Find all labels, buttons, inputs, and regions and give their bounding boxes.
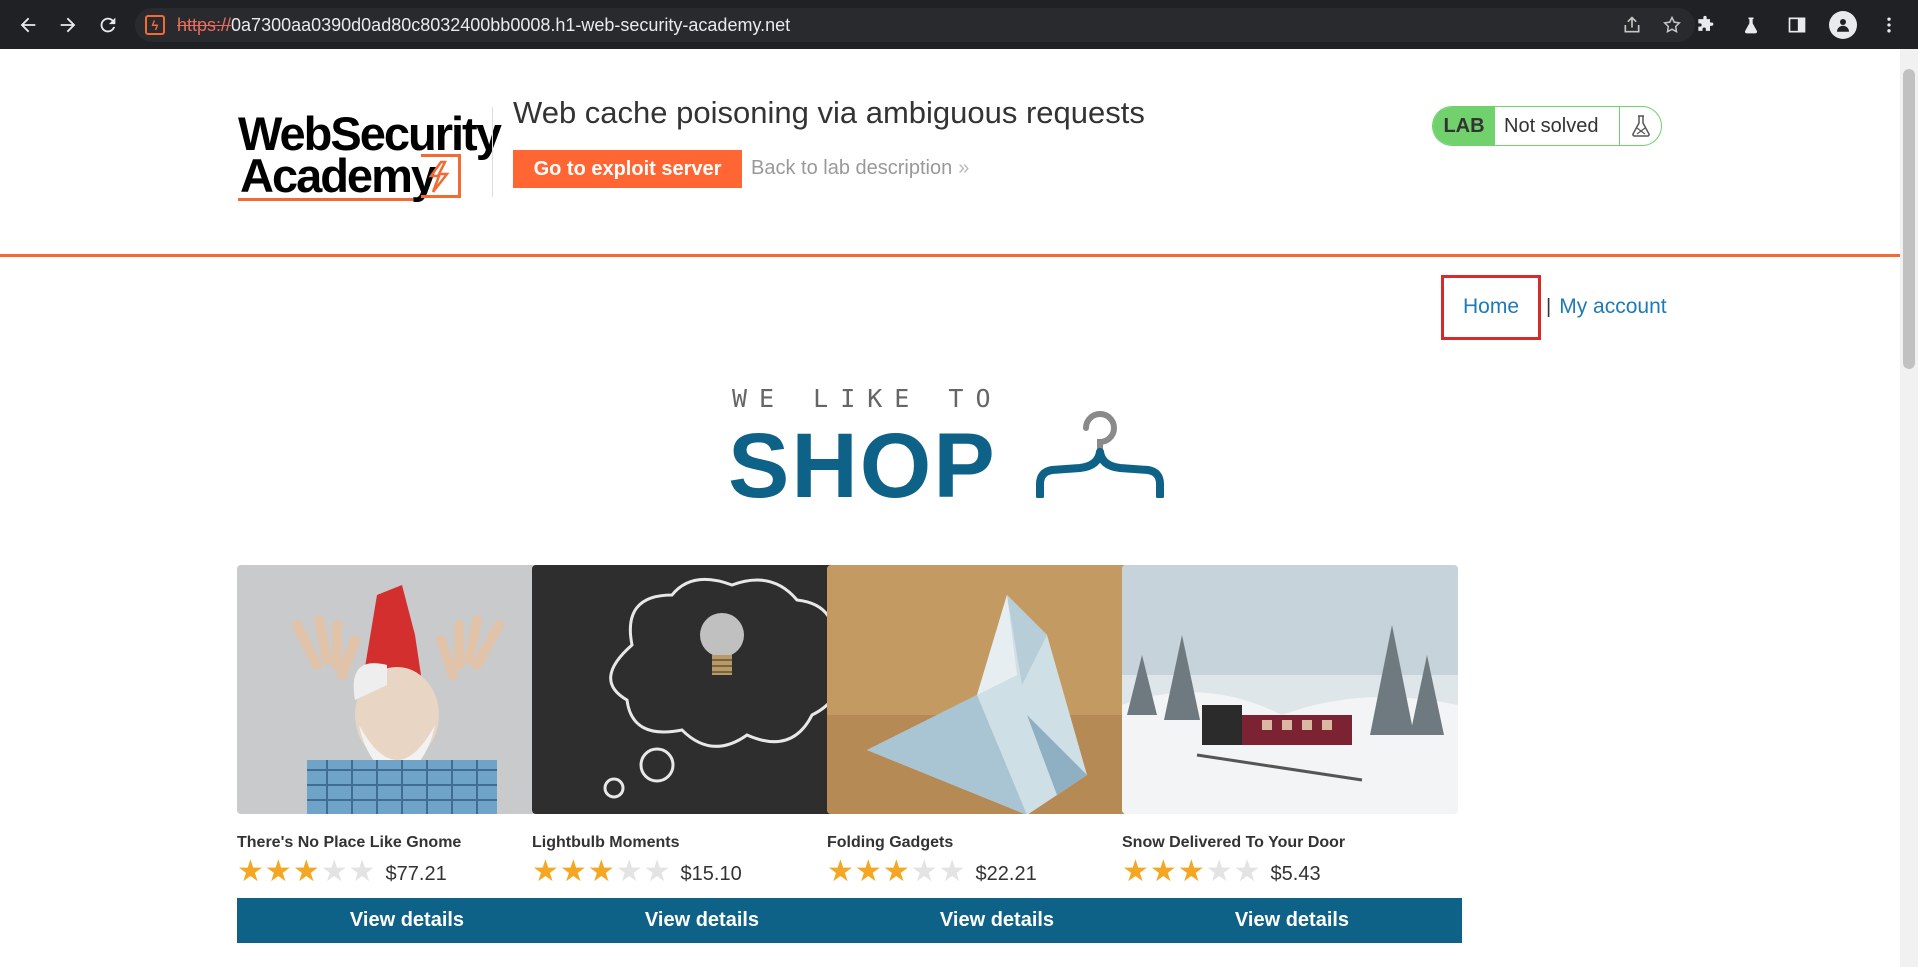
nav-separator: | bbox=[1546, 295, 1552, 318]
back-icon[interactable] bbox=[8, 5, 48, 45]
logo-text-line2: Academy bbox=[240, 149, 437, 202]
product-name: There's No Place Like Gnome bbox=[237, 834, 462, 851]
product-card: There's No Place Like Gnome ★ ★ ★ ★ ★ $77.21… bbox=[237, 565, 577, 943]
shop-tagline: WE LIKE TO bbox=[732, 384, 1003, 413]
logo-bolt-icon bbox=[421, 154, 461, 198]
logo-underline bbox=[238, 198, 413, 201]
product-image-folding-gadgets bbox=[827, 565, 1163, 814]
star-empty-icon: ★ bbox=[938, 855, 966, 888]
product-rating: ★ ★ ★ ★ ★ $15.10 bbox=[532, 855, 872, 888]
product-price: $77.21 bbox=[385, 862, 447, 885]
home-link[interactable]: Home bbox=[1441, 274, 1541, 340]
star-icon: ★ bbox=[587, 855, 615, 888]
side-panel-icon[interactable] bbox=[1780, 8, 1814, 42]
product-image-lightbulb bbox=[532, 565, 868, 814]
flask-icon bbox=[1620, 107, 1661, 145]
product-price: $5.43 bbox=[1270, 862, 1321, 885]
share-icon[interactable] bbox=[1621, 14, 1643, 36]
lab-badge: LAB bbox=[1433, 107, 1495, 145]
star-icon: ★ bbox=[264, 855, 292, 888]
star-icon: ★ bbox=[1177, 855, 1205, 888]
profile-icon[interactable] bbox=[1826, 8, 1860, 42]
star-icon: ★ bbox=[854, 855, 882, 888]
double-chevron-right-icon: » bbox=[958, 157, 970, 179]
product-card: Folding Gadgets ★ ★ ★ ★ ★ $22.21 View detail… bbox=[827, 565, 1167, 943]
view-details-button[interactable]: View details bbox=[827, 898, 1167, 943]
lab-status-widget: LAB Not solved bbox=[1432, 106, 1662, 146]
product-image-snow-train bbox=[1122, 565, 1458, 814]
hanger-icon bbox=[1036, 411, 1164, 498]
star-icon: ★ bbox=[882, 855, 910, 888]
forward-icon[interactable] bbox=[48, 5, 88, 45]
back-to-lab-description-link[interactable]: Back to lab description» bbox=[751, 157, 969, 180]
scrollbar-thumb[interactable] bbox=[1903, 69, 1915, 369]
url-host: 0a7300aa0390d0ad80c8032400bb0008.h1-web-… bbox=[231, 14, 791, 35]
product-price: $22.21 bbox=[975, 862, 1037, 885]
product-name: Folding Gadgets bbox=[827, 834, 954, 851]
reload-icon[interactable] bbox=[88, 5, 128, 45]
star-icon: ★ bbox=[237, 855, 264, 888]
star-empty-icon: ★ bbox=[910, 855, 938, 888]
extensions-icon[interactable] bbox=[1688, 8, 1722, 42]
star-icon: ★ bbox=[827, 855, 854, 888]
star-icon: ★ bbox=[559, 855, 587, 888]
header-divider bbox=[492, 107, 493, 197]
lab-title: Web cache poisoning via ambiguous reques… bbox=[513, 95, 1145, 130]
lab-extension-icon[interactable] bbox=[1734, 8, 1768, 42]
more-menu-icon[interactable] bbox=[1872, 8, 1906, 42]
view-details-button[interactable]: View details bbox=[1122, 898, 1462, 943]
star-icon: ★ bbox=[292, 855, 320, 888]
view-details-button[interactable]: View details bbox=[237, 898, 577, 943]
lightning-icon: ϟ bbox=[145, 15, 165, 35]
url-text[interactable]: https://0a7300aa0390d0ad80c8032400bb0008… bbox=[177, 15, 790, 36]
shop-banner: WE LIKE TO SHOP bbox=[720, 378, 1180, 517]
star-empty-icon: ★ bbox=[320, 855, 348, 888]
product-rating: ★ ★ ★ ★ ★ $22.21 bbox=[827, 855, 1167, 888]
lab-status-text: Not solved bbox=[1495, 107, 1620, 145]
bookmark-star-icon[interactable] bbox=[1661, 14, 1683, 36]
product-card: Lightbulb Moments ★ ★ ★ ★ ★ $15.10 View deta… bbox=[532, 565, 872, 943]
star-empty-icon: ★ bbox=[1233, 855, 1261, 888]
back-link-label: Back to lab description bbox=[751, 157, 953, 179]
web-security-academy-logo[interactable]: WebSecurity Academy bbox=[238, 106, 502, 236]
my-account-link[interactable]: My account bbox=[1559, 295, 1666, 319]
browser-toolbar: ϟ https://0a7300aa0390d0ad80c8032400bb00… bbox=[0, 0, 1918, 49]
product-card: Snow Delivered To Your Door ★ ★ ★ ★ ★ $5.43 … bbox=[1122, 565, 1462, 943]
lab-header: WebSecurity Academy Web cache poisoning … bbox=[0, 49, 1900, 257]
star-empty-icon: ★ bbox=[1205, 855, 1233, 888]
view-details-button[interactable]: View details bbox=[532, 898, 872, 943]
top-navigation: Home | My account bbox=[1441, 274, 1667, 340]
product-name: Snow Delivered To Your Door bbox=[1122, 834, 1346, 851]
shop-word: SHOP bbox=[728, 415, 997, 517]
page-scrollbar[interactable] bbox=[1900, 49, 1918, 967]
avatar bbox=[1829, 11, 1857, 39]
url-scheme: https:// bbox=[177, 14, 232, 35]
star-icon: ★ bbox=[1149, 855, 1177, 888]
product-price: $15.10 bbox=[680, 862, 742, 885]
star-empty-icon: ★ bbox=[643, 855, 671, 888]
star-icon: ★ bbox=[1122, 855, 1149, 888]
star-icon: ★ bbox=[532, 855, 559, 888]
product-name: Lightbulb Moments bbox=[532, 834, 680, 851]
product-rating: ★ ★ ★ ★ ★ $5.43 bbox=[1122, 855, 1462, 888]
exploit-server-button[interactable]: Go to exploit server bbox=[513, 150, 742, 188]
star-empty-icon: ★ bbox=[615, 855, 643, 888]
product-image-gnome bbox=[237, 565, 573, 814]
address-bar[interactable]: ϟ https://0a7300aa0390d0ad80c8032400bb00… bbox=[135, 8, 1695, 42]
star-empty-icon: ★ bbox=[348, 855, 376, 888]
product-rating: ★ ★ ★ ★ ★ $77.21 bbox=[237, 855, 577, 888]
